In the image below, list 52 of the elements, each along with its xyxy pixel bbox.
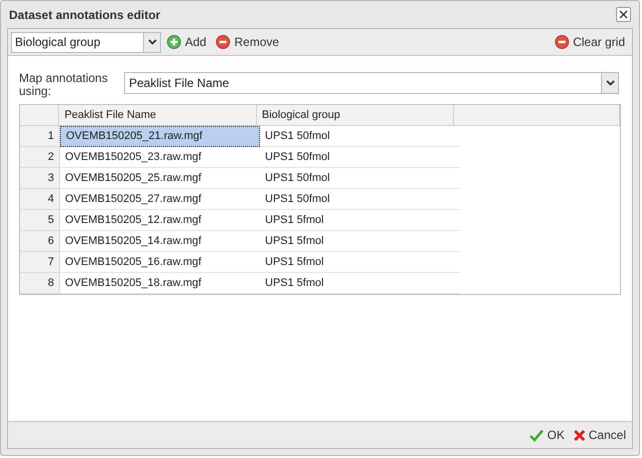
close-button[interactable] bbox=[616, 7, 631, 22]
table-cell: OVEMB150205_27.raw.mgf bbox=[60, 189, 260, 210]
table-cell: OVEMB150205_25.raw.mgf bbox=[60, 168, 260, 189]
table-cell: UPS1 50fmol bbox=[260, 126, 460, 147]
row-number: 3 bbox=[20, 168, 60, 189]
table-row[interactable]: 3 OVEMB150205_25.raw.mgf UPS1 50fmol bbox=[20, 168, 620, 189]
row-number: 4 bbox=[20, 189, 60, 210]
table-cell: UPS1 5fmol bbox=[260, 252, 460, 273]
table-cell: OVEMB150205_21.raw.mgf bbox=[60, 126, 260, 147]
row-number: 7 bbox=[20, 252, 60, 273]
row-number: 8 bbox=[20, 273, 60, 294]
window-title: Dataset annotations editor bbox=[9, 6, 160, 24]
table-cell: OVEMB150205_14.raw.mgf bbox=[60, 231, 260, 252]
table-row[interactable]: 2 OVEMB150205_23.raw.mgf UPS1 50fmol bbox=[20, 147, 620, 168]
row-number: 2 bbox=[20, 147, 60, 168]
remove-button[interactable]: Remove bbox=[216, 33, 280, 51]
select-value: Biological group bbox=[14, 34, 102, 51]
row-number: 1 bbox=[20, 126, 60, 147]
table-cell: UPS1 5fmol bbox=[260, 231, 460, 252]
table-cell: UPS1 50fmol bbox=[260, 147, 460, 168]
table-cell: OVEMB150205_12.raw.mgf bbox=[60, 210, 260, 231]
annotation-select[interactable]: Biological group bbox=[11, 32, 161, 52]
row-number: 5 bbox=[20, 210, 60, 231]
table-row[interactable]: 4 OVEMB150205_27.raw.mgf UPS1 50fmol bbox=[20, 189, 620, 210]
ok-button[interactable]: OK bbox=[529, 426, 565, 444]
checkmark-icon bbox=[529, 428, 544, 442]
table-cell: UPS1 5fmol bbox=[260, 210, 460, 231]
remove-icon bbox=[554, 35, 569, 49]
close-icon bbox=[619, 10, 628, 19]
clear-grid-button[interactable]: Clear grid bbox=[554, 33, 625, 51]
cross-icon bbox=[572, 428, 586, 442]
table-cell: OVEMB150205_23.raw.mgf bbox=[60, 147, 260, 168]
add-icon bbox=[167, 35, 181, 49]
table-cell: UPS1 50fmol bbox=[260, 168, 460, 189]
column-header[interactable]: Peaklist File Name bbox=[59, 105, 257, 125]
map-select[interactable]: Peaklist File Name bbox=[124, 72, 619, 94]
table-cell: OVEMB150205_16.raw.mgf bbox=[60, 252, 260, 273]
remove-icon bbox=[216, 35, 230, 49]
map-label: Map annotations using: bbox=[19, 72, 109, 98]
table-row[interactable]: 8 OVEMB150205_18.raw.mgf UPS1 5fmol bbox=[20, 273, 620, 294]
table-cell: OVEMB150205_18.raw.mgf bbox=[60, 273, 260, 294]
table-cell: UPS1 5fmol bbox=[260, 273, 460, 294]
column-header[interactable]: Biological group bbox=[256, 105, 454, 125]
table-row[interactable]: 5 OVEMB150205_12.raw.mgf UPS1 5fmol bbox=[20, 210, 620, 231]
row-number: 6 bbox=[20, 231, 60, 252]
table-cell: UPS1 50fmol bbox=[260, 189, 460, 210]
table-row[interactable]: 1 OVEMB150205_21.raw.mgf UPS1 50fmol bbox=[20, 126, 620, 147]
table-row[interactable]: 6 OVEMB150205_14.raw.mgf UPS1 5fmol bbox=[20, 231, 620, 252]
map-select-value: Peaklist File Name bbox=[128, 75, 230, 92]
table-row[interactable]: 7 OVEMB150205_16.raw.mgf UPS1 5fmol bbox=[20, 252, 620, 273]
add-button[interactable]: Add bbox=[167, 33, 206, 51]
cancel-button[interactable]: Cancel bbox=[572, 426, 626, 444]
